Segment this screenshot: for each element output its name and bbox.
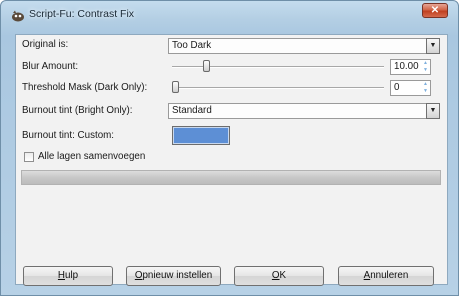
close-button[interactable]: ✕ (422, 3, 448, 18)
spin-arrows-icon[interactable]: ▲ ▼ (421, 81, 430, 95)
chevron-down-icon[interactable]: ▼ (426, 103, 440, 119)
cancel-button[interactable]: Annuleren (338, 266, 434, 286)
burnout-color-button[interactable] (172, 126, 230, 145)
spin-arrows-icon[interactable]: ▲ ▼ (421, 60, 430, 74)
blur-spinbox[interactable]: 10.00 ▲ ▼ (390, 59, 431, 75)
dialog-content: Original is: Too Dark ▼ Blur Amount: 10.… (15, 34, 448, 286)
blur-label: Blur Amount: (22, 61, 79, 72)
threshold-spinbox[interactable]: 0 ▲ ▼ (390, 80, 431, 96)
help-button[interactable]: Hulp (23, 266, 113, 286)
ok-button[interactable]: OK (234, 266, 324, 286)
dialog-window: Script-Fu: Contrast Fix ✕ Original is: T… (0, 0, 459, 296)
threshold-slider-handle[interactable] (172, 81, 179, 93)
flatten-label: Alle lagen samenvoegen (38, 151, 146, 162)
burnout-custom-label: Burnout tint: Custom: (22, 130, 115, 141)
gimp-icon (12, 10, 24, 22)
chevron-down-icon[interactable]: ▼ (426, 38, 440, 54)
reset-button[interactable]: Opnieuw instellen (126, 266, 221, 286)
window-title: Script-Fu: Contrast Fix (29, 8, 135, 20)
burnout-tint-label: Burnout tint (Bright Only): (22, 105, 133, 116)
burnout-tint-dropdown[interactable]: Standard ▼ (168, 103, 440, 119)
threshold-label: Threshold Mask (Dark Only): (22, 82, 148, 93)
blur-value: 10.00 (394, 61, 419, 72)
blur-slider-handle[interactable] (202, 60, 210, 72)
burnout-tint-value: Standard (172, 105, 212, 116)
original-value: Too Dark (172, 40, 212, 51)
threshold-value: 0 (394, 82, 400, 93)
threshold-slider-track[interactable] (172, 87, 384, 89)
original-dropdown[interactable]: Too Dark ▼ (168, 38, 440, 54)
progress-bar (21, 170, 441, 185)
close-icon: ✕ (430, 5, 440, 16)
title-bar[interactable]: Script-Fu: Contrast Fix ✕ (1, 1, 458, 29)
flatten-checkbox[interactable] (24, 152, 34, 162)
original-label: Original is: (22, 39, 69, 50)
